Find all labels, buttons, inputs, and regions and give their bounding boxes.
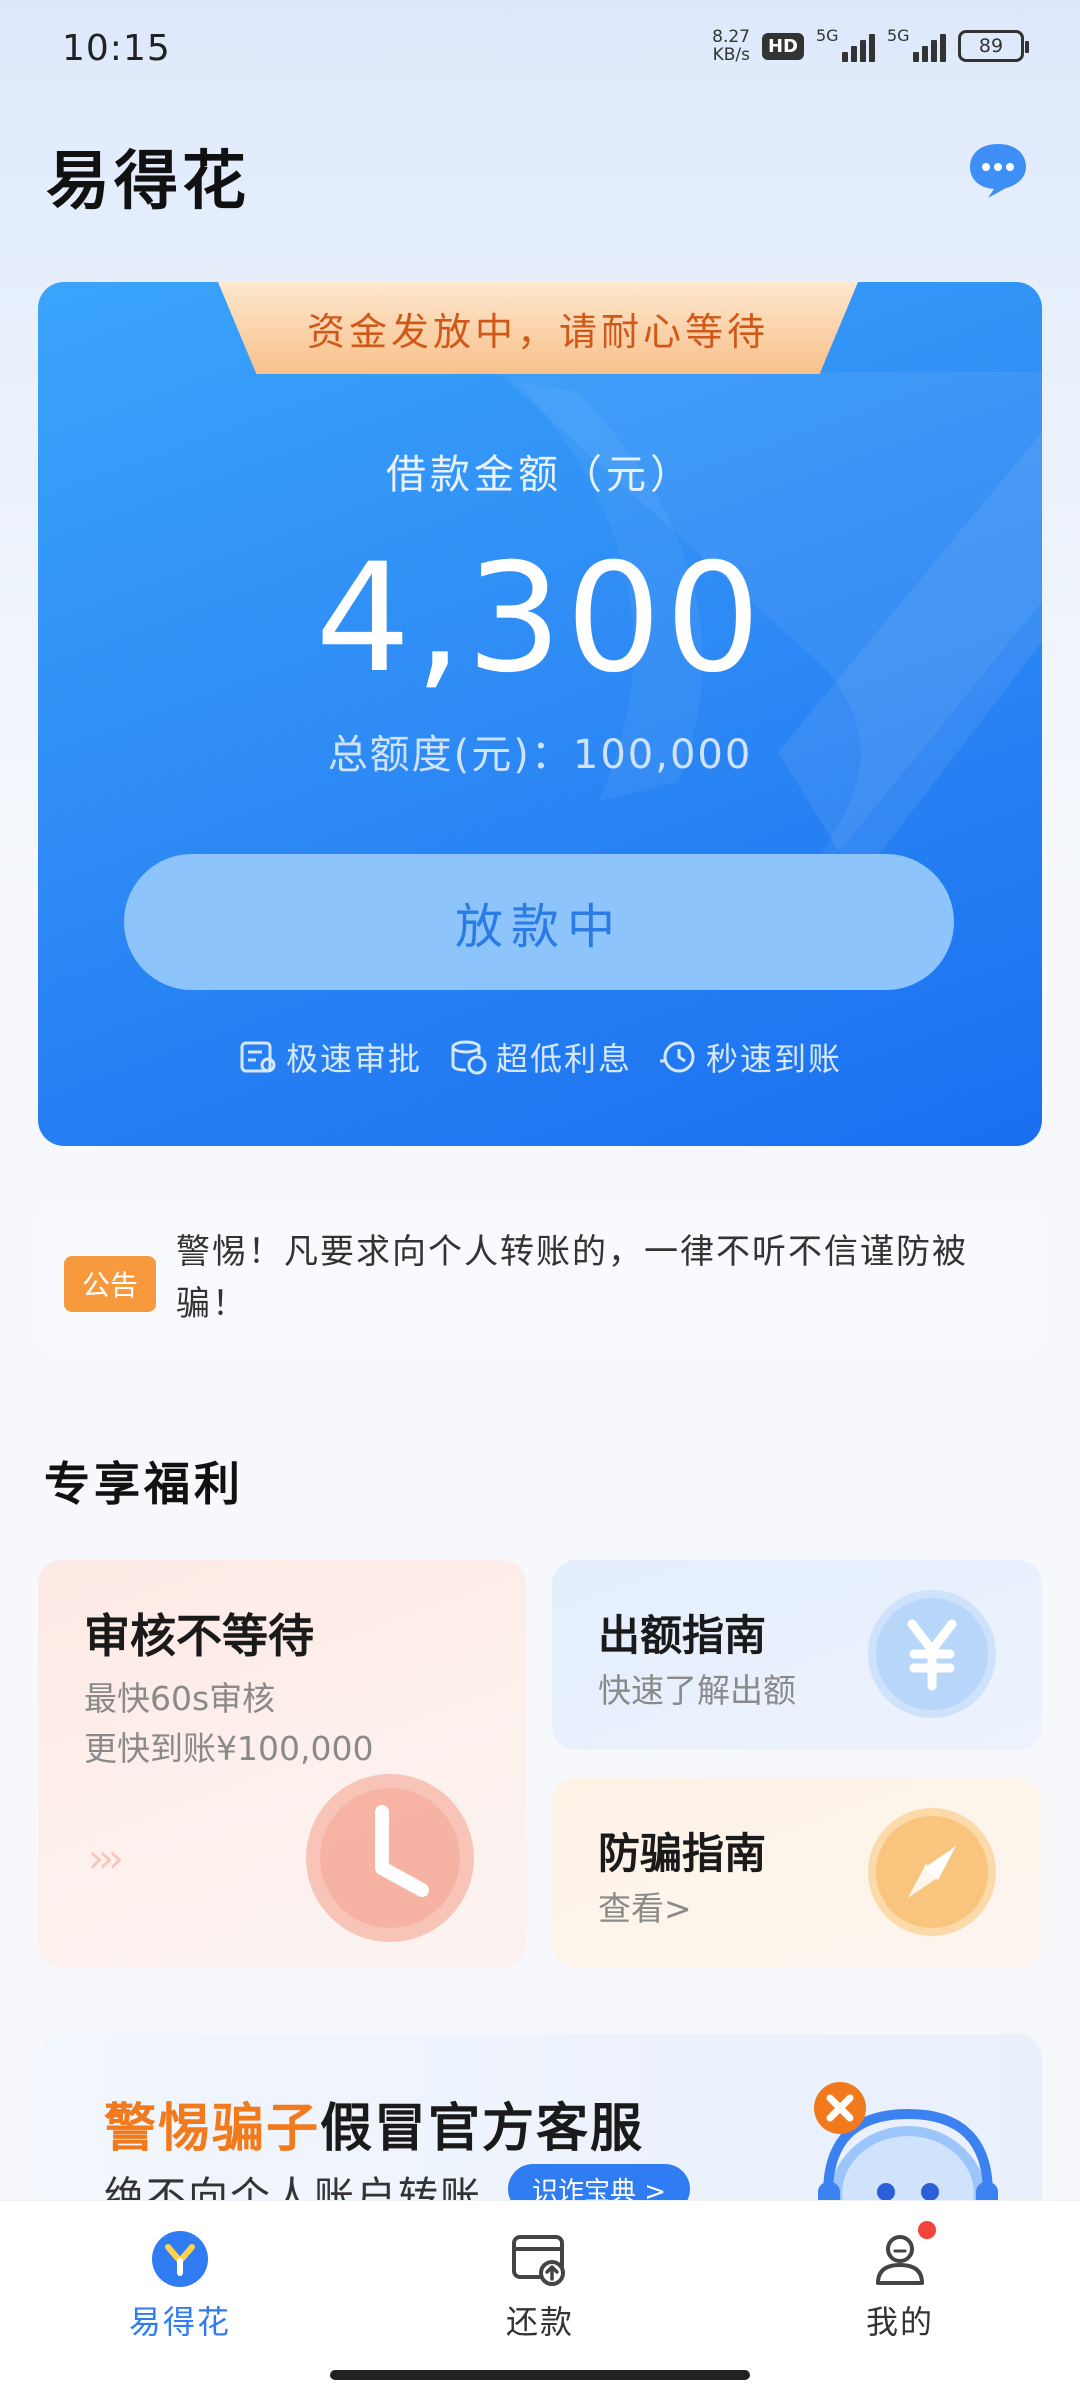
quota-guide-card[interactable]: 出额指南 快速了解出额 xyxy=(552,1560,1042,1750)
card-decoration xyxy=(498,372,1042,902)
network-speed: 8.27 KB/s xyxy=(712,27,750,65)
approval-icon xyxy=(240,1041,276,1073)
announcement-bar[interactable]: 公告 警惕！凡要求向个人转账的，一律不听不信谨防被骗！ xyxy=(38,1200,1042,1356)
review-speed-card[interactable]: 审核不等待 最快60s审核 更快到账¥100,000 ››› xyxy=(38,1560,526,1968)
review-card-sub1: 最快60s审核 xyxy=(84,1679,276,1718)
home-logo-icon xyxy=(152,2231,208,2287)
repay-card-icon xyxy=(512,2235,565,2286)
home-indicator[interactable] xyxy=(330,2370,750,2380)
tab-mine[interactable]: 我的 xyxy=(800,2221,1000,2343)
tab-home[interactable]: 易得花 xyxy=(80,2227,280,2343)
feature-list: 极速审批 超低利息 秒速到账 xyxy=(38,1034,1042,1080)
tab-repay[interactable]: 还款 xyxy=(440,2227,640,2343)
customer-service-chat-icon[interactable] xyxy=(966,140,1030,200)
clock-icon xyxy=(660,1041,695,1073)
hd-badge: HD xyxy=(761,32,804,60)
total-quota: 总额度(元)：100,000 xyxy=(327,732,753,778)
review-card-title: 审核不等待 xyxy=(84,1609,314,1663)
announcement-tag: 公告 xyxy=(64,1256,156,1312)
loan-amount: 4,300 xyxy=(315,532,765,706)
yen-icon xyxy=(868,1590,996,1718)
fraud-card-sub: 查看> xyxy=(598,1889,692,1928)
feature-low-interest: 超低利息 xyxy=(448,1034,632,1080)
fraud-card-title: 防骗指南 xyxy=(598,1829,767,1878)
disbursing-status-button[interactable]: 放款中 xyxy=(124,854,954,990)
promo-headline: 警惕骗子假冒官方客服 xyxy=(104,2099,645,2159)
signal-icon: 5G xyxy=(816,26,875,62)
status-icons: 8.27 KB/s HD 5G 5G 89 xyxy=(712,26,1029,65)
notification-dot xyxy=(918,2221,936,2239)
app-title: 易得花 xyxy=(46,145,250,219)
coins-icon xyxy=(451,1040,487,1075)
loan-amount-label: 借款金额（元） xyxy=(386,452,694,498)
review-card-sub2: 更快到账¥100,000 xyxy=(84,1729,374,1768)
feature-fast-approval: 极速审批 xyxy=(238,1034,422,1080)
status-time: 10:15 xyxy=(62,28,171,69)
section-title-benefits: 专享福利 xyxy=(44,1457,244,1511)
signal-icon-2: 5G xyxy=(887,26,946,62)
quota-card-title: 出额指南 xyxy=(598,1611,767,1660)
battery-icon: 89 xyxy=(958,30,1029,62)
anti-fraud-guide-card[interactable]: 防骗指南 查看> xyxy=(552,1778,1042,1968)
app-screen: 10:15 8.27 KB/s HD 5G 5G 89 易得花 资金发放中，请耐… xyxy=(0,0,1080,2400)
announcement-text: 警惕！凡要求向个人转账的，一律不听不信谨防被骗！ xyxy=(176,1232,968,1324)
disbursing-banner: 资金发放中，请耐心等待 xyxy=(218,282,858,374)
clock-icon xyxy=(306,1774,474,1942)
status-bar: 10:15 8.27 KB/s HD 5G 5G 89 xyxy=(0,0,1080,96)
feature-instant-arrival: 秒速到账 xyxy=(658,1034,842,1080)
compass-icon xyxy=(868,1808,996,1936)
loan-status-card: 资金发放中，请耐心等待 借款金额（元） 4,300 总额度(元)：100,000… xyxy=(38,282,1042,1146)
quota-card-sub: 快速了解出额 xyxy=(598,1671,796,1710)
chevrons-decoration: ››› xyxy=(88,1836,124,1882)
